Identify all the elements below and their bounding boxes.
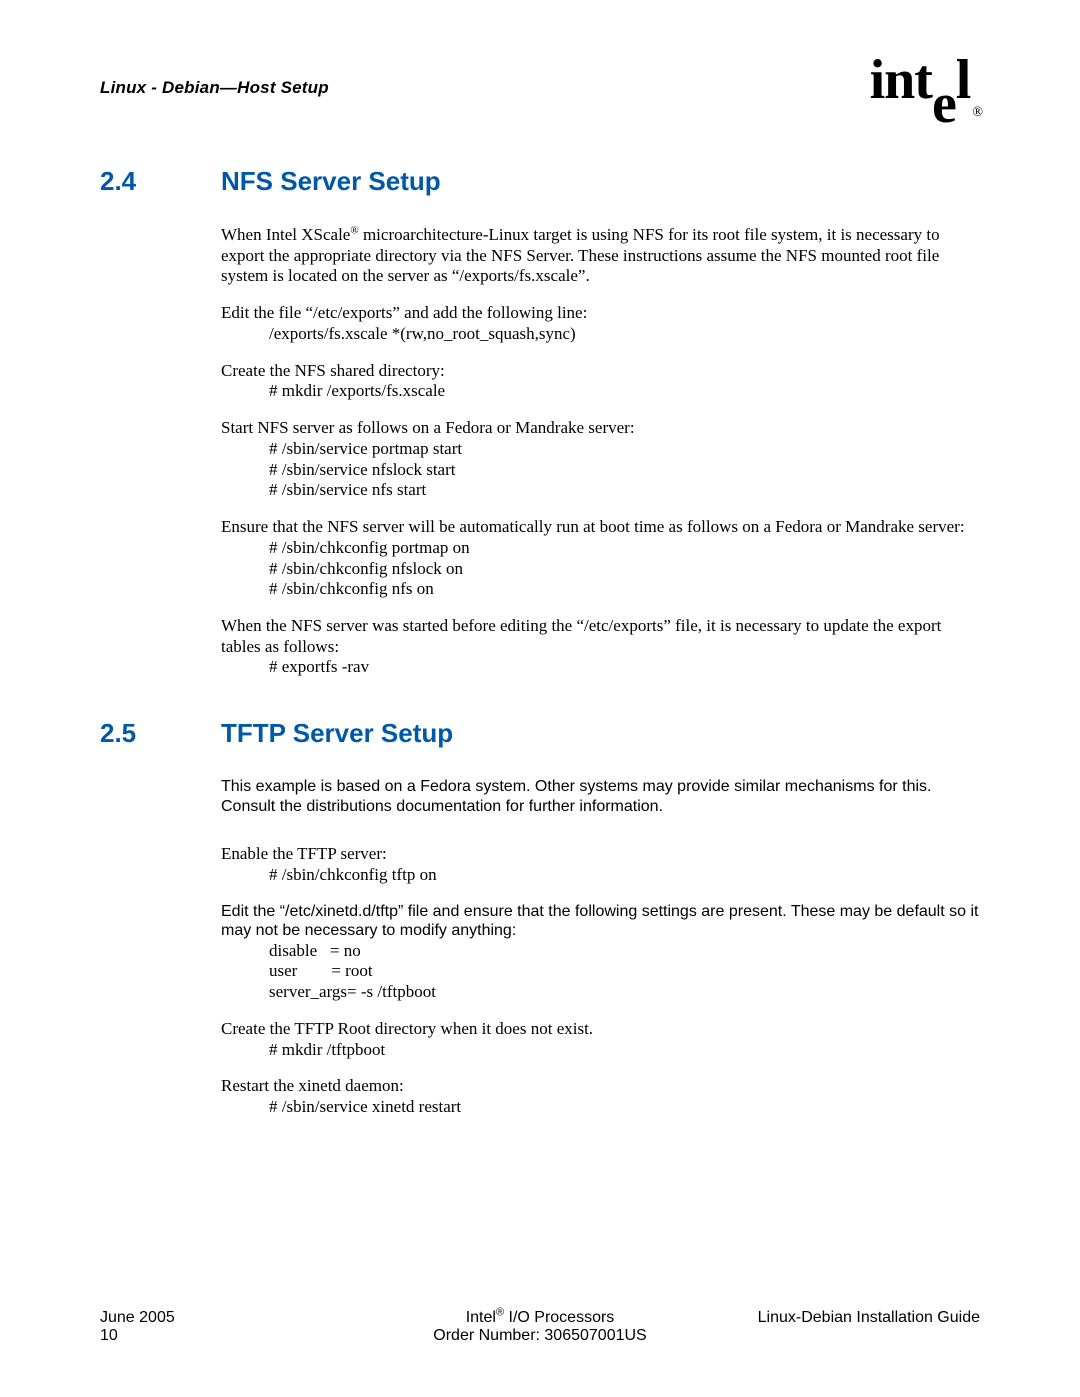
code-line: # mkdir /tftpboot [269,1040,980,1061]
code-line: # /sbin/service xinetd restart [269,1097,980,1118]
paragraph: When the NFS server was started before e… [221,616,980,678]
code-line: # /sbin/service portmap start [269,439,980,460]
code-line: # exportfs -rav [269,657,980,678]
code-line: # /sbin/chkconfig tftp on [269,865,980,886]
section-heading: 2.5 TFTP Server Setup [100,718,980,749]
section-2-5: 2.5 TFTP Server Setup This example is ba… [100,718,980,1118]
paragraph: Ensure that the NFS server will be autom… [221,517,980,600]
paragraph: Restart the xinetd daemon: # /sbin/servi… [221,1076,980,1117]
footer-center: Intel® I/O Processors Order Number: 3065… [380,1309,700,1345]
code-line: /exports/fs.xscale *(rw,no_root_squash,s… [269,324,980,345]
footer-left: June 2005 10 [100,1309,380,1345]
code-line: # /sbin/chkconfig nfslock on [269,559,980,580]
paragraph: Start NFS server as follows on a Fedora … [221,418,980,501]
page-content: Linux - Debian—Host Setup 2.4 NFS Server… [100,78,980,1134]
section-title: NFS Server Setup [221,166,441,197]
running-header: Linux - Debian—Host Setup [100,78,980,98]
section-title: TFTP Server Setup [221,718,453,749]
section-2-4: 2.4 NFS Server Setup When Intel XScale® … [100,166,980,678]
code-line: # mkdir /exports/fs.xscale [269,381,980,402]
code-line: # /sbin/service nfs start [269,480,980,501]
paragraph: Create the TFTP Root directory when it d… [221,1019,980,1060]
section-number: 2.4 [100,166,221,197]
section-number: 2.5 [100,718,221,749]
paragraph: This example is based on a Fedora system… [221,777,980,816]
paragraph: Edit the file “/etc/exports” and add the… [221,303,980,344]
code-line: # /sbin/service nfslock start [269,460,980,481]
paragraph: Create the NFS shared directory: # mkdir… [221,361,980,402]
code-line: # /sbin/chkconfig portmap on [269,538,980,559]
page-footer: June 2005 10 Intel® I/O Processors Order… [100,1309,980,1345]
code-line: # /sbin/chkconfig nfs on [269,579,980,600]
paragraph: Edit the “/etc/xinetd.d/tftp” file and e… [221,902,980,1003]
footer-right: Linux-Debian Installation Guide [700,1309,980,1345]
paragraph: When Intel XScale® microarchitecture-Lin… [221,225,980,287]
section-heading: 2.4 NFS Server Setup [100,166,980,197]
config-block: disable = no user = root server_args= -s… [269,941,980,1003]
paragraph: Enable the TFTP server: # /sbin/chkconfi… [221,844,980,885]
